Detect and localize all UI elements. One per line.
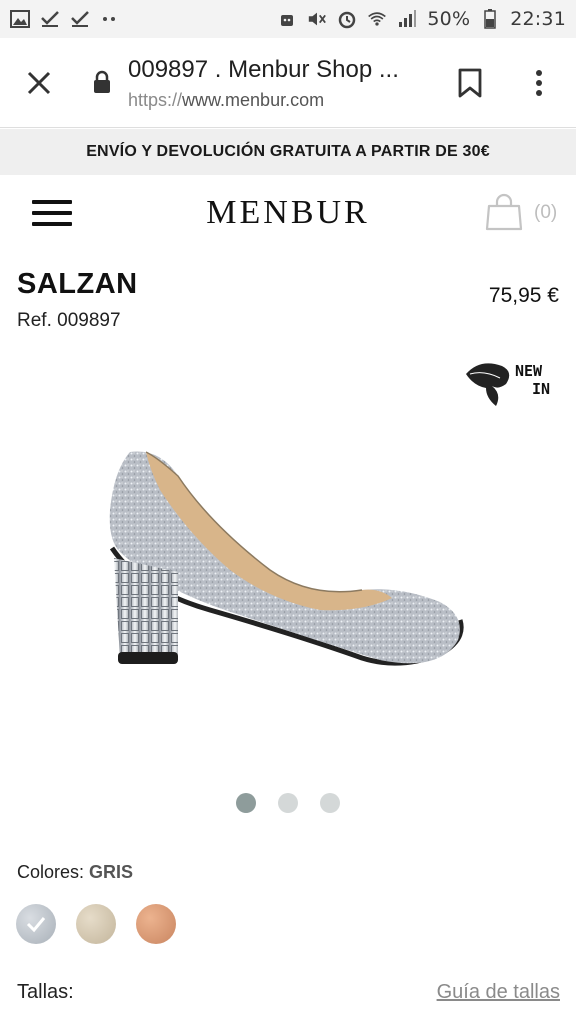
cart-count[interactable]: (0) <box>534 202 557 224</box>
product-ref: Ref. 009897 <box>17 310 121 331</box>
colors-label: Colores: GRIS <box>17 862 133 883</box>
check-icon <box>70 9 90 29</box>
more-vert-icon <box>536 70 542 96</box>
gallery-dot[interactable] <box>236 793 256 813</box>
gallery-pagination <box>0 793 576 813</box>
alarm-icon <box>337 9 357 29</box>
image-icon <box>10 9 30 29</box>
signal-icon <box>397 9 417 29</box>
new-in-badge: NEW IN <box>462 356 562 408</box>
color-swatch-gris[interactable] <box>16 904 56 944</box>
promo-banner: ENVÍO Y DEVOLUCIÓN GRATUITA A PARTIR DE … <box>0 129 576 175</box>
bookmark-button[interactable] <box>456 68 484 98</box>
site-header: MENBUR (0) <box>0 176 576 256</box>
colors-label-text: Colores: <box>17 862 85 882</box>
size-guide-link[interactable]: Guía de tallas <box>437 981 560 1004</box>
clock: 22:31 <box>510 8 566 30</box>
status-bar: 50% 22:31 <box>0 0 576 38</box>
url-bar[interactable]: https://www.menbur.com <box>128 90 324 111</box>
url-host: www.menbur.com <box>182 90 325 110</box>
wifi-icon <box>367 9 387 29</box>
color-swatch-rosa[interactable] <box>136 904 176 944</box>
product-name: SALZAN <box>17 268 138 300</box>
shopping-bag-icon <box>485 193 523 231</box>
check-icon <box>40 9 60 29</box>
android-icon <box>277 9 297 29</box>
product-image[interactable] <box>100 440 470 680</box>
overflow-menu-button[interactable] <box>526 66 552 100</box>
browser-toolbar: 009897 . Menbur Shop ... https://www.men… <box>0 38 576 128</box>
close-tab-button[interactable] <box>22 66 56 100</box>
status-right: 50% 22:31 <box>277 8 566 30</box>
bookmark-icon <box>458 68 482 98</box>
battery-icon <box>480 9 500 29</box>
new-in-line1: NEW <box>515 362 543 380</box>
sizes-label: Tallas: <box>17 981 74 1003</box>
product-price: 75,95 € <box>488 284 559 307</box>
mute-icon <box>307 9 327 29</box>
more-dots-icon <box>100 9 120 29</box>
check-icon <box>26 917 46 933</box>
gallery-dot[interactable] <box>278 793 298 813</box>
lock-icon <box>92 70 112 94</box>
selected-color: GRIS <box>89 862 134 882</box>
page-title: 009897 . Menbur Shop ... <box>128 56 399 83</box>
color-swatches <box>16 904 176 944</box>
close-icon <box>27 71 51 95</box>
new-in-line2: IN <box>532 380 550 398</box>
status-left <box>10 9 120 29</box>
color-swatch-beige[interactable] <box>76 904 116 944</box>
url-scheme: https:// <box>128 90 183 110</box>
battery-percent: 50% <box>427 8 471 30</box>
cart-button[interactable] <box>484 192 524 232</box>
gallery-dot[interactable] <box>320 793 340 813</box>
